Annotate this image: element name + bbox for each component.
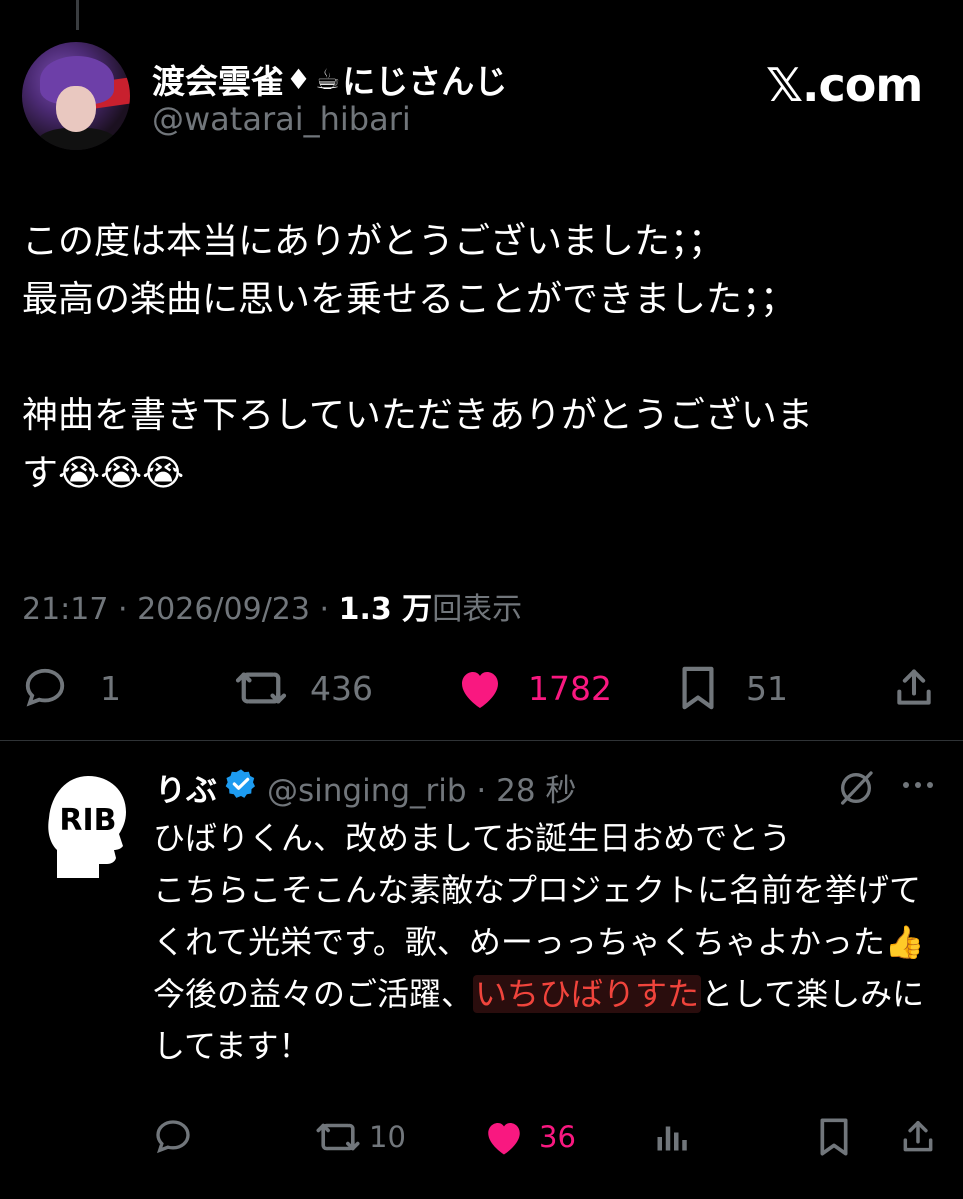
bookmark-icon <box>820 1118 848 1156</box>
reply-like-button[interactable]: 36 <box>483 1112 576 1162</box>
post-body-text: この度は本当にありがとうございました；； 最高の楽曲に思いを乗せることができまし… <box>22 221 813 494</box>
author-handle[interactable]: @watarai_hibari <box>152 100 411 138</box>
reply-repost-button[interactable]: 10 <box>315 1112 406 1162</box>
reply-author-name[interactable]: りぶ <box>155 765 217 810</box>
reply-handle-time[interactable]: @singing_rib · 28 秒 <box>267 765 576 810</box>
post-action-bar: 1 436 1782 51 <box>22 662 942 714</box>
bookmark-count: 51 <box>746 668 788 708</box>
repost-button[interactable]: 436 <box>234 662 373 714</box>
grok-slash-icon[interactable] <box>836 768 876 812</box>
reply-reply-button[interactable] <box>153 1112 193 1162</box>
reply-body-text: ひばりくん、改めましてお誕生日おめでとう こちらこそこんな素敵なプロジェクトに名… <box>153 812 943 1072</box>
author-name-suffix: にじさんじ <box>342 62 508 101</box>
author-name-text: 渡会雲雀 <box>152 62 284 101</box>
reply-header: りぶ @singing_rib · 28 秒 <box>155 765 576 810</box>
author-avatar[interactable] <box>22 42 130 150</box>
coffee-emoji: ☕ <box>315 62 341 96</box>
heart-icon <box>488 1123 520 1155</box>
repost-count: 436 <box>310 668 373 708</box>
post-divider <box>0 740 963 741</box>
reply-analytics-button[interactable] <box>653 1112 689 1162</box>
bookmark-button[interactable]: 51 <box>678 662 788 714</box>
avatar-face <box>56 86 96 132</box>
thread-connector-line <box>76 0 79 30</box>
post-timestamp[interactable]: 21:17 · 2026/09/23 · <box>22 592 339 627</box>
reply-icon <box>25 668 65 707</box>
reply-repost-count: 10 <box>369 1120 406 1154</box>
verified-badge-icon <box>225 768 257 808</box>
repost-icon <box>316 1123 360 1151</box>
share-icon <box>897 669 931 705</box>
bookmark-icon <box>682 666 714 710</box>
share-button[interactable] <box>892 662 936 714</box>
analytics-icon <box>657 1126 687 1151</box>
site-logo-label: 𝕏.com <box>766 58 923 112</box>
repost-icon <box>235 672 287 704</box>
reply-author-avatar[interactable]: RIB <box>45 772 131 882</box>
heart-icon <box>462 672 498 708</box>
reply-action-bar: 10 36 <box>153 1112 943 1162</box>
author-display-name[interactable]: 渡会雲雀 ♦ ☕ にじさんじ <box>152 55 507 103</box>
share-icon <box>903 1121 933 1152</box>
reply-bookmark-button[interactable] <box>817 1112 851 1162</box>
post-meta: 21:17 · 2026/09/23 · 1.3 万回表示 <box>22 584 522 628</box>
reply-like-count: 36 <box>539 1120 576 1154</box>
reply-count: 1 <box>100 668 121 708</box>
more-options-icon[interactable] <box>900 770 936 804</box>
avatar-rib-text: RIB <box>59 803 116 838</box>
reply-button[interactable]: 1 <box>22 662 121 714</box>
like-count: 1782 <box>528 668 612 708</box>
like-button[interactable]: 1782 <box>456 662 612 714</box>
reply-icon <box>156 1120 190 1154</box>
post-views-label: 回表示 <box>432 592 523 627</box>
reply-highlighted-text: いちひばりすた <box>473 975 702 1013</box>
post-views-count: 1.3 万 <box>338 592 433 627</box>
diamond-emoji: ♦ <box>286 62 312 96</box>
reply-share-button[interactable] <box>899 1112 937 1162</box>
